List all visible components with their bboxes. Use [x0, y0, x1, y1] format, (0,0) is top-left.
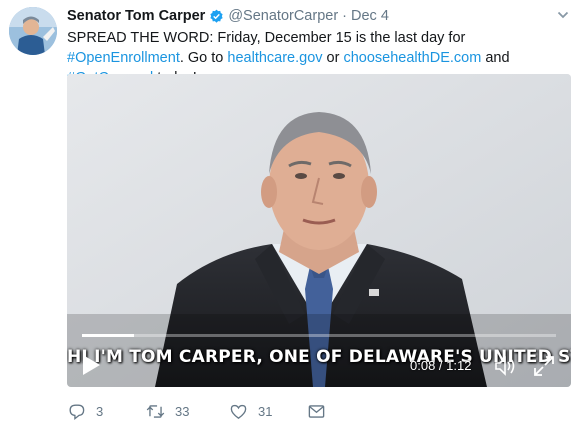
- reply-button[interactable]: 3: [67, 401, 103, 421]
- heart-icon: [230, 404, 247, 419]
- like-count: 31: [258, 403, 273, 419]
- envelope-icon: [308, 404, 325, 418]
- play-icon[interactable]: [81, 354, 101, 376]
- author-handle[interactable]: @SenatorCarper: [228, 8, 338, 24]
- video-player[interactable]: HI I'M TOM CARPER, ONE OF DELAWARE'S UNI…: [67, 74, 571, 387]
- tweet-text-segment: or: [322, 50, 344, 66]
- tweet-actions: 3 33 31: [67, 401, 367, 421]
- chevron-down-icon[interactable]: [556, 8, 570, 22]
- video-frame: [67, 74, 571, 387]
- verified-badge-icon: [209, 9, 224, 24]
- reply-icon: [69, 403, 85, 420]
- tweet-date[interactable]: Dec 4: [351, 8, 389, 24]
- url-link[interactable]: choosehealthDE.com: [343, 50, 481, 66]
- tweet-text-segment: SPREAD THE WORD: Friday, December 15 is …: [67, 30, 466, 46]
- direct-message-button[interactable]: [307, 401, 336, 421]
- separator-dot: ·: [342, 8, 347, 24]
- url-link[interactable]: healthcare.gov: [227, 50, 322, 66]
- fullscreen-icon[interactable]: [533, 355, 555, 377]
- tweet-header: Senator Tom Carper @SenatorCarper · Dec …: [67, 6, 570, 26]
- tweet-text-segment: . Go to: [179, 50, 228, 66]
- hashtag-link[interactable]: #OpenEnrollment: [67, 50, 180, 66]
- volume-icon[interactable]: [494, 355, 518, 377]
- author-avatar[interactable]: [9, 7, 57, 55]
- video-time: 0:08 / 1:12: [410, 358, 472, 373]
- video-progress-bar[interactable]: [82, 334, 556, 337]
- retweet-button[interactable]: 33: [146, 401, 189, 421]
- reply-count: 3: [96, 403, 104, 419]
- tweet-text-segment: and: [481, 50, 510, 66]
- retweet-count: 33: [175, 403, 190, 419]
- retweet-icon: [146, 404, 165, 418]
- author-name[interactable]: Senator Tom Carper: [67, 8, 205, 24]
- like-button[interactable]: 31: [229, 401, 272, 421]
- video-progress-fill: [82, 334, 135, 337]
